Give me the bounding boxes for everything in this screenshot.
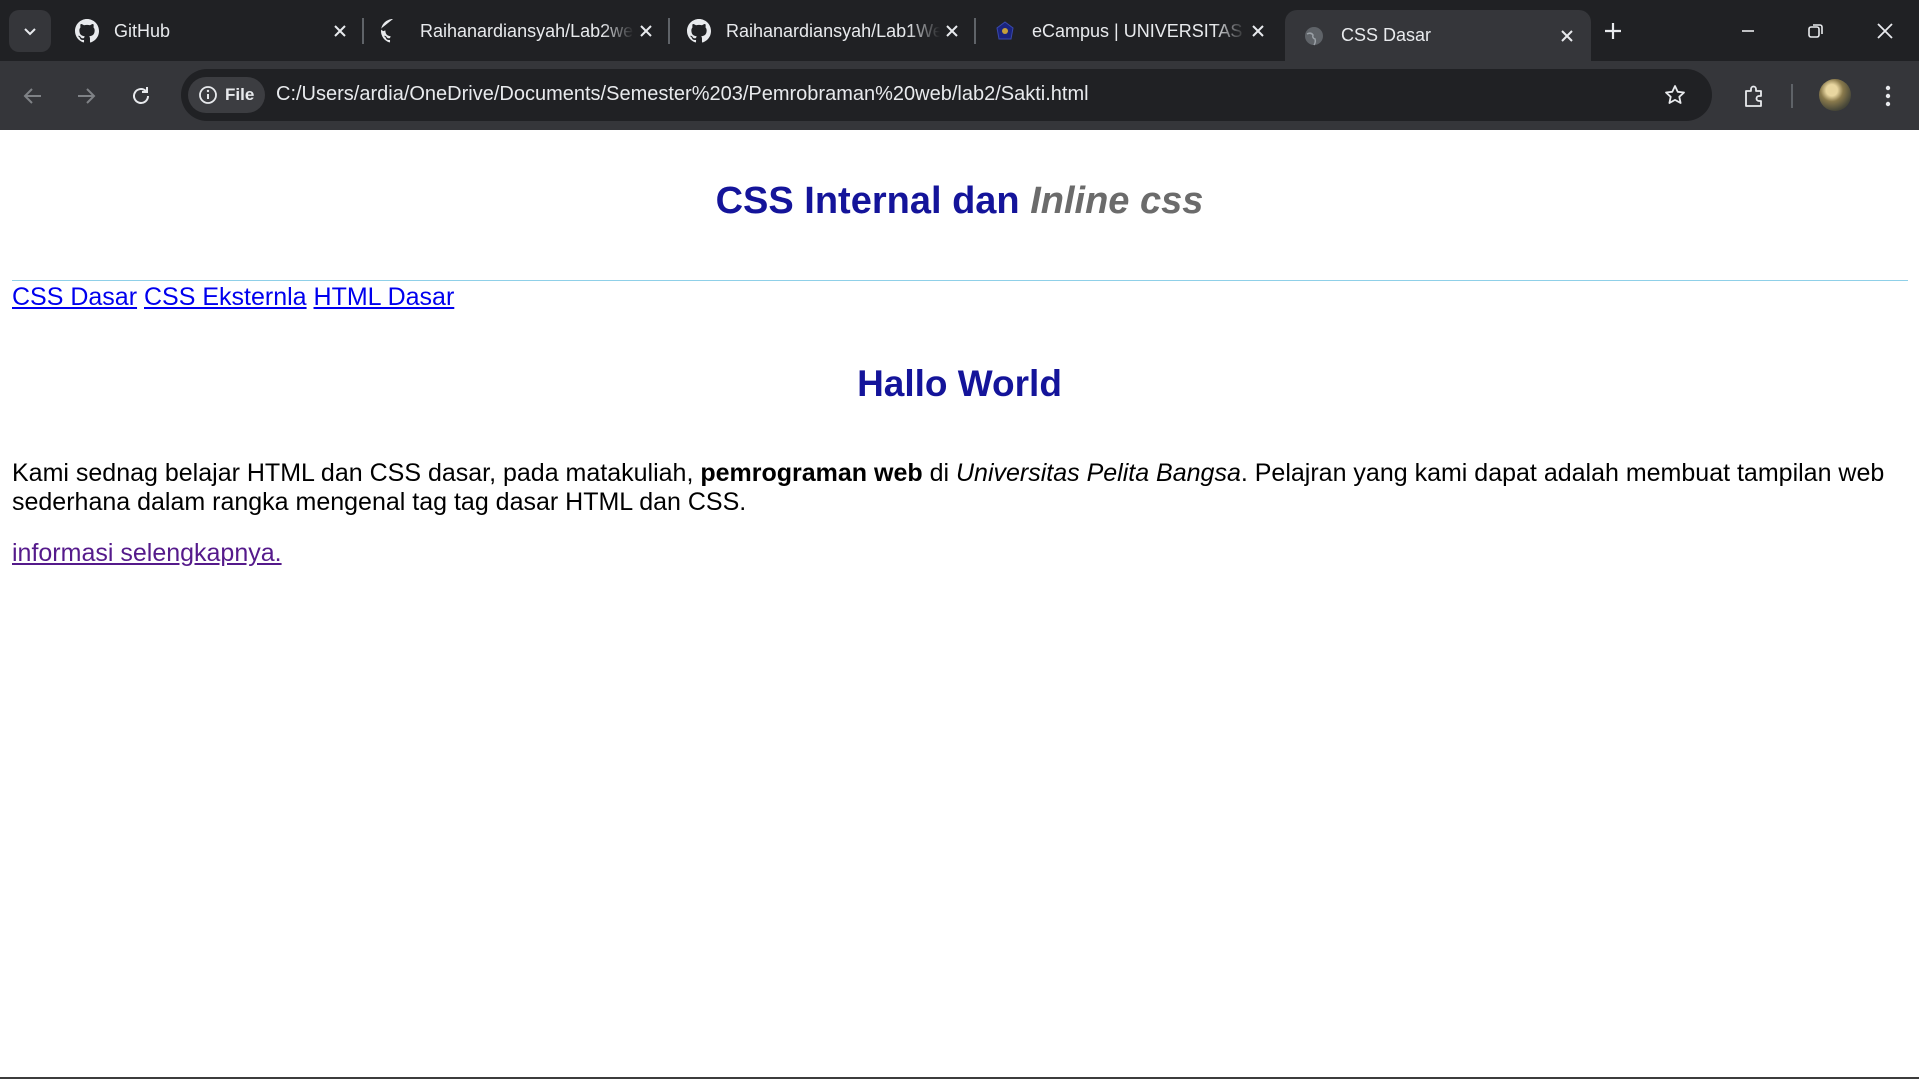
more-vert-icon — [1885, 85, 1891, 107]
globe-icon — [1301, 23, 1327, 49]
browser-toolbar: File C:/Users/ardia/OneDrive/Documents/S… — [0, 61, 1919, 130]
menu-button[interactable] — [1870, 78, 1906, 114]
more-info-link[interactable]: informasi selengkapnya. — [12, 539, 282, 568]
back-button[interactable] — [15, 78, 51, 114]
page-viewport: CSS Internal dan Inline css CSS Dasar CS… — [0, 130, 1919, 1079]
heading-text: CSS Internal dan — [715, 180, 1031, 222]
tab-lab1web[interactable]: Raihanardiansyah/Lab1Web — [670, 10, 976, 52]
plus-icon — [1605, 23, 1621, 39]
nav-link-html-dasar[interactable]: HTML Dasar — [314, 283, 455, 311]
info-icon — [199, 86, 217, 104]
nav-link-css-dasar[interactable]: CSS Dasar — [12, 283, 137, 311]
minimize-icon — [1742, 29, 1754, 32]
subheading: Hallo World — [857, 363, 1062, 404]
new-tab-button[interactable] — [1597, 15, 1629, 47]
profile-avatar[interactable] — [1819, 79, 1851, 111]
minimize-button[interactable] — [1714, 0, 1782, 61]
close-icon[interactable] — [940, 19, 964, 43]
paragraph-italic: Universitas Pelita Bangsa — [955, 459, 1241, 487]
arrow-left-icon — [23, 88, 41, 104]
github-icon — [686, 18, 712, 44]
page-heading: CSS Internal dan Inline css — [0, 180, 1919, 223]
tab-strip: GitHub Raihanardiansyah/Lab2web Raihanar… — [0, 0, 1919, 61]
paragraph-text: Kami sednag belajar HTML dan CSS dasar, … — [12, 459, 701, 487]
github-icon — [74, 18, 100, 44]
close-icon[interactable] — [1246, 19, 1270, 43]
heading-emphasis: Inline css — [1030, 180, 1204, 222]
tab-title: Raihanardiansyah/Lab1Web — [726, 20, 940, 41]
close-icon[interactable] — [634, 19, 658, 43]
url-text[interactable]: C:/Users/ardia/OneDrive/Documents/Semest… — [276, 83, 1089, 106]
nav-links: CSS Dasar CSS Eksternla HTML Dasar — [12, 283, 454, 312]
tab-lab2web[interactable]: Raihanardiansyah/Lab2web — [364, 10, 670, 52]
arrow-right-icon — [78, 88, 96, 104]
tab-search-button[interactable] — [9, 10, 51, 52]
reload-icon — [133, 87, 149, 104]
intro-paragraph: Kami sednag belajar HTML dan CSS dasar, … — [12, 459, 1907, 517]
github-icon — [380, 18, 406, 44]
close-icon[interactable] — [1555, 24, 1579, 48]
bookmark-button[interactable] — [1659, 79, 1691, 111]
site-info-chip[interactable]: File — [188, 77, 265, 113]
tab-github[interactable]: GitHub — [58, 10, 364, 52]
horizontal-rule — [12, 280, 1908, 281]
paragraph-text: di — [922, 459, 956, 487]
close-icon[interactable] — [328, 19, 352, 43]
address-bar[interactable]: File C:/Users/ardia/OneDrive/Documents/S… — [181, 69, 1712, 121]
paragraph-bold: pemrograman web — [700, 459, 923, 487]
chip-label: File — [225, 85, 255, 104]
tab-title: eCampus | UNIVERSITAS — [1032, 20, 1243, 41]
tab-ecampus[interactable]: eCampus | UNIVERSITAS — [976, 10, 1282, 52]
restore-button[interactable] — [1782, 0, 1850, 61]
reload-button[interactable] — [123, 78, 159, 114]
ecampus-icon — [992, 18, 1018, 44]
close-window-button[interactable] — [1851, 0, 1919, 61]
restore-icon — [1808, 23, 1823, 38]
tab-title: Raihanardiansyah/Lab2web — [420, 20, 634, 41]
forward-button[interactable] — [68, 78, 104, 114]
tab-title: GitHub — [114, 20, 171, 41]
extensions-button[interactable] — [1736, 78, 1772, 114]
nav-link-css-eksternal[interactable]: CSS Eksternla — [144, 283, 307, 311]
puzzle-icon — [1745, 85, 1762, 107]
star-icon — [1665, 85, 1685, 104]
close-icon — [1877, 22, 1893, 39]
tab-css-dasar[interactable]: CSS Dasar — [1285, 10, 1591, 61]
tab-title: CSS Dasar — [1341, 25, 1432, 45]
chevron-down-icon — [24, 28, 36, 36]
toolbar-separator — [1791, 84, 1793, 108]
